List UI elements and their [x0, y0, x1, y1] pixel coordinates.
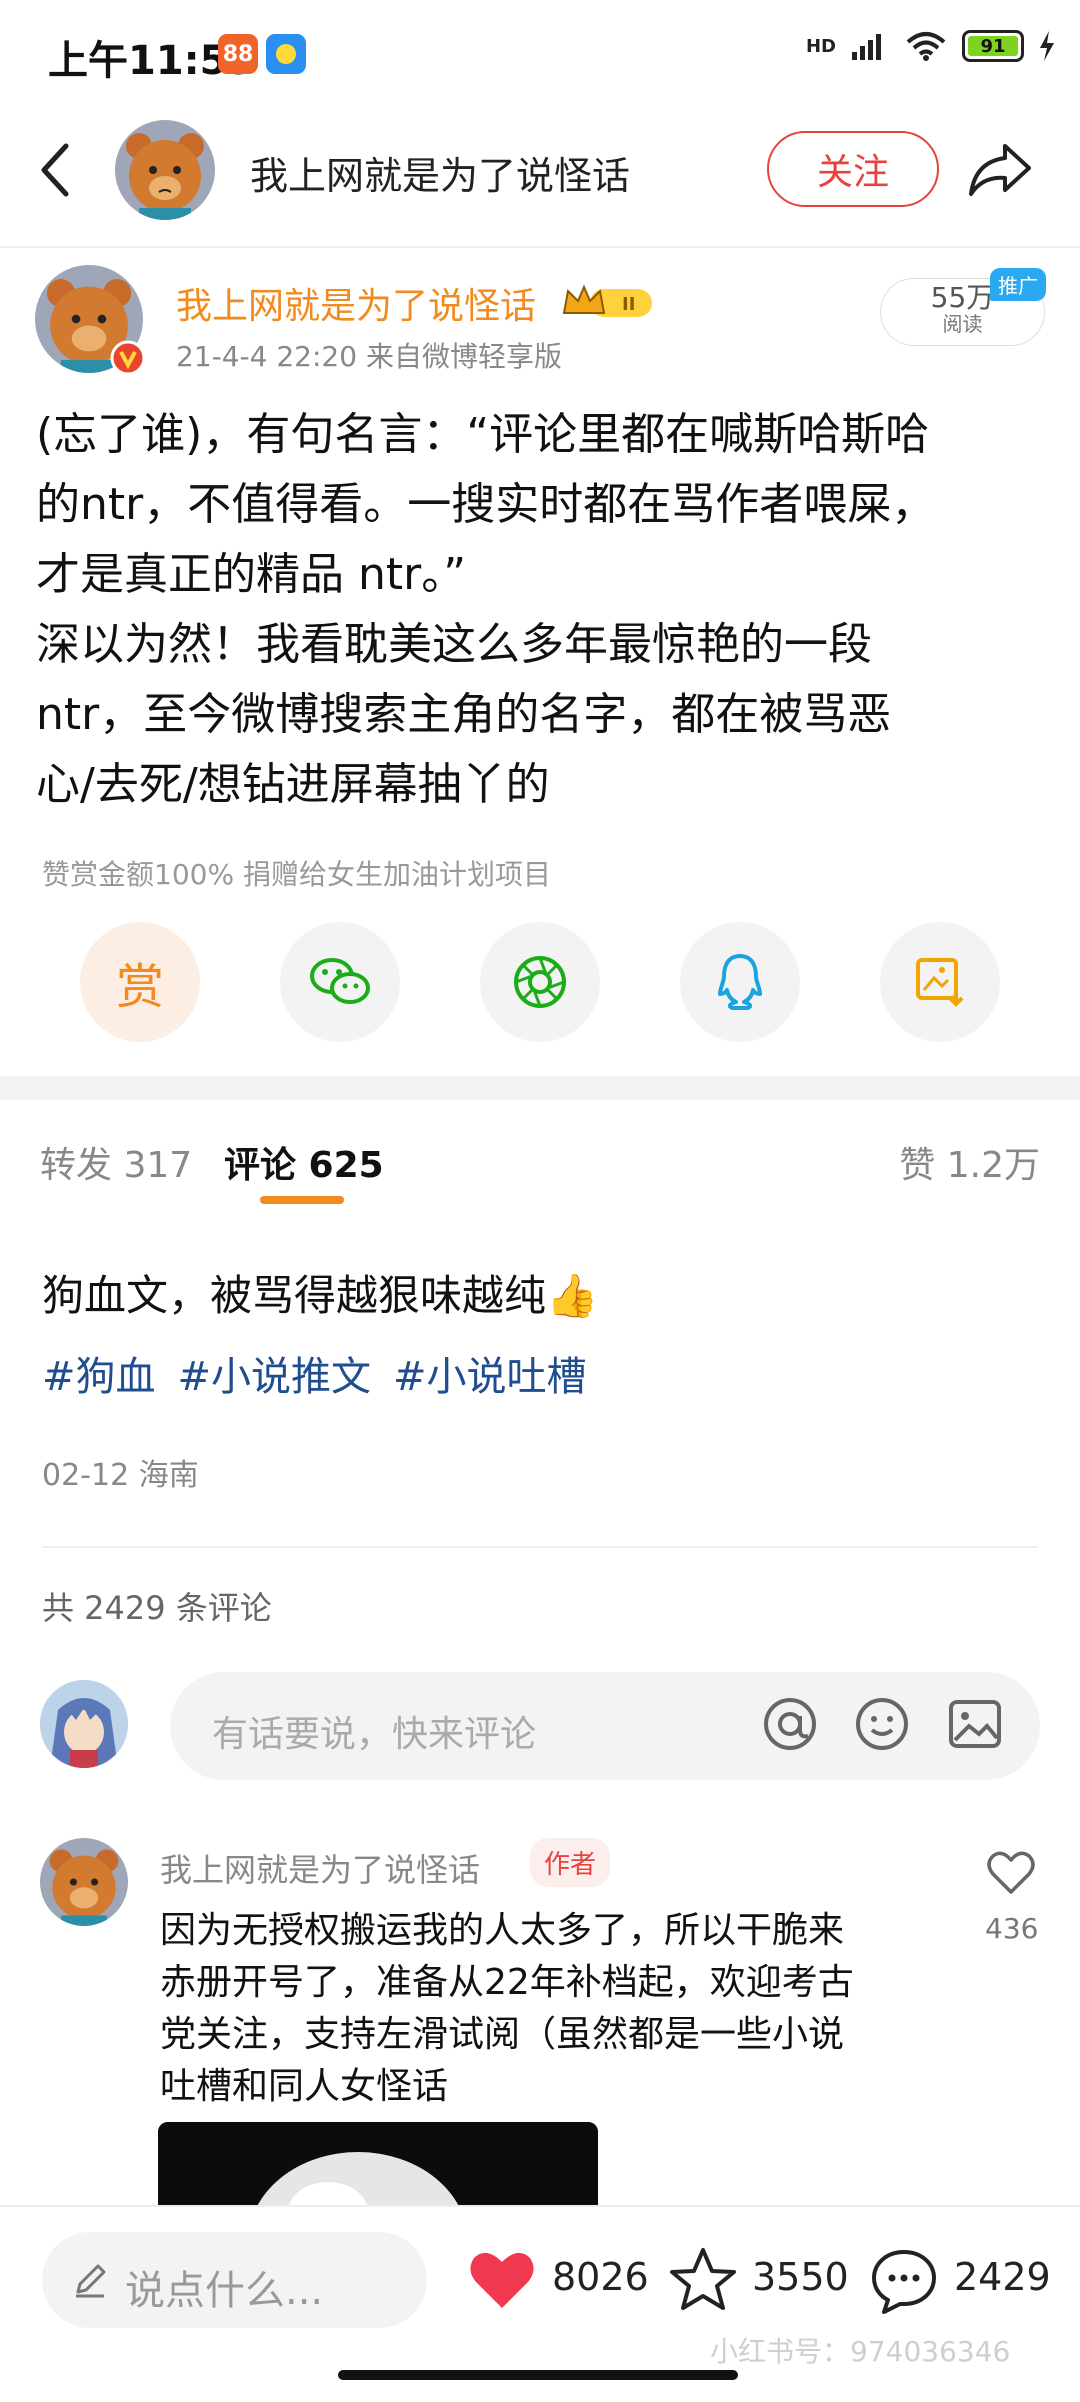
charging-icon — [1040, 31, 1054, 61]
hashtag[interactable]: #小说吐槽 — [393, 1344, 587, 1402]
section-divider — [0, 1076, 1080, 1100]
tab-like[interactable]: 赞 1.2万 — [899, 1136, 1040, 1188]
vip-crown-badge-icon: II — [562, 284, 652, 317]
moments-icon — [514, 956, 566, 1008]
post-author-name[interactable]: 我上网就是为了说怪话 — [176, 277, 536, 329]
wechat-share-button[interactable] — [280, 922, 400, 1042]
reward-label: 赏 — [115, 959, 164, 1015]
note-divider — [42, 1546, 1038, 1548]
like-count: 8026 — [552, 2255, 649, 2299]
post-meta: 21-4-4 22:20 来自微博轻享版 — [176, 340, 562, 373]
reward-note: 赞赏金额100% 捐赠给女生加油计划项目 — [42, 858, 551, 891]
image-download-icon — [916, 958, 964, 1007]
comment-line: 赤册开号了，准备从22年补档起，欢迎考古 — [160, 1962, 854, 2003]
comment-author-name[interactable]: 我上网就是为了说怪话 — [160, 1845, 480, 1891]
share-icon[interactable] — [965, 140, 1035, 200]
qq-icon — [718, 954, 762, 1010]
comment-input-placeholder: 有话要说，快来评论 — [212, 1714, 537, 1755]
comment-count: 2429 — [954, 2255, 1051, 2299]
header-title: 我上网就是为了说怪话 — [250, 154, 631, 198]
reward-button[interactable]: 赏 — [80, 922, 200, 1042]
verified-icon — [110, 340, 146, 376]
post-body-line: 深以为然！我看耽美这么多年最惊艳的一段 — [36, 619, 872, 670]
watermark: 小红书号：974036346 — [710, 2335, 1011, 2368]
comment-body: 因为无授权搬运我的人太多了，所以干脆来 赤册开号了，准备从22年补档起，欢迎考古… — [160, 1905, 920, 2113]
hashtag[interactable]: #小说推文 — [178, 1344, 372, 1402]
emoji-icon[interactable] — [850, 1692, 914, 1756]
comment-like-count: 436 — [985, 1912, 1039, 1945]
collect-star-icon[interactable] — [668, 2246, 738, 2314]
current-user-avatar[interactable] — [40, 1680, 128, 1768]
post-body-line: 的ntr，不值得看。一搜实时都在骂作者喂屎， — [36, 479, 936, 530]
tab-comment[interactable]: 评论 625 — [224, 1136, 384, 1188]
comment-line: 吐槽和同人女怪话 — [160, 2066, 449, 2107]
svg-text:II: II — [622, 294, 635, 315]
comment-line: 因为无授权搬运我的人太多了，所以干脆来 — [160, 1910, 845, 1951]
note-text: 狗血文，被骂得越狠味越纯👍 — [42, 1271, 599, 1320]
collect-count: 3550 — [752, 2255, 849, 2299]
app-notification-icon: 88 — [218, 34, 258, 74]
follow-button[interactable]: 关注 — [767, 131, 939, 207]
header-avatar[interactable] — [115, 120, 215, 220]
author-tag: 作者 — [530, 1838, 611, 1887]
total-comments: 共 2429 条评论 — [42, 1589, 272, 1627]
reads-label: 阅读 — [942, 312, 983, 336]
comment-author-avatar[interactable] — [40, 1838, 128, 1926]
home-indicator[interactable] — [338, 2370, 738, 2380]
battery-level: 91 — [968, 36, 1018, 57]
image-icon[interactable] — [943, 1692, 1007, 1756]
comment-bubble-icon[interactable] — [868, 2246, 940, 2316]
header-divider — [0, 246, 1080, 248]
signal-icon — [852, 34, 881, 60]
post-body-line: (忘了谁)，有句名言：“评论里都在喊斯哈斯哈 — [36, 409, 930, 460]
tab-active-indicator — [260, 1196, 344, 1204]
pencil-icon — [76, 2264, 106, 2298]
hashtag[interactable]: #狗血 — [42, 1344, 156, 1402]
tab-repost[interactable]: 转发 317 — [40, 1136, 192, 1188]
note-date-location: 02-12 海南 — [42, 1458, 199, 1493]
moments-share-button[interactable] — [480, 922, 600, 1042]
note-tags: #狗血 #小说推文 #小说吐槽 — [42, 1344, 587, 1402]
post-body-line: 才是真正的精品 ntr。” — [36, 549, 467, 600]
comment-like-icon[interactable] — [985, 1848, 1037, 1898]
post-body: (忘了谁)，有句名言：“评论里都在喊斯哈斯哈 的ntr，不值得看。一搜实时都在骂… — [36, 400, 1036, 820]
post-body-line: 心/去死/想钻进屏幕抽丫的 — [36, 759, 550, 810]
wechat-icon — [310, 958, 370, 1004]
network-label: HD — [805, 35, 836, 57]
promo-badge: 推广 — [990, 268, 1046, 301]
mention-icon[interactable] — [758, 1692, 822, 1756]
status-icons: HD 91 — [806, 30, 1056, 62]
wifi-icon — [906, 32, 946, 61]
app-notification-icon-2 — [266, 34, 306, 74]
qq-share-button[interactable] — [680, 922, 800, 1042]
save-image-button[interactable] — [880, 922, 1000, 1042]
comment-line: 党关注，支持左滑试阅（虽然都是一些小说 — [160, 2014, 845, 2055]
say-something-placeholder: 说点什么... — [125, 2268, 324, 2314]
battery-icon: 91 — [962, 30, 1024, 62]
back-arrow-icon[interactable] — [36, 140, 76, 200]
post-body-line: ntr，至今微博搜索主角的名字，都在被骂恶 — [36, 689, 892, 740]
like-heart-icon[interactable] — [466, 2248, 538, 2312]
